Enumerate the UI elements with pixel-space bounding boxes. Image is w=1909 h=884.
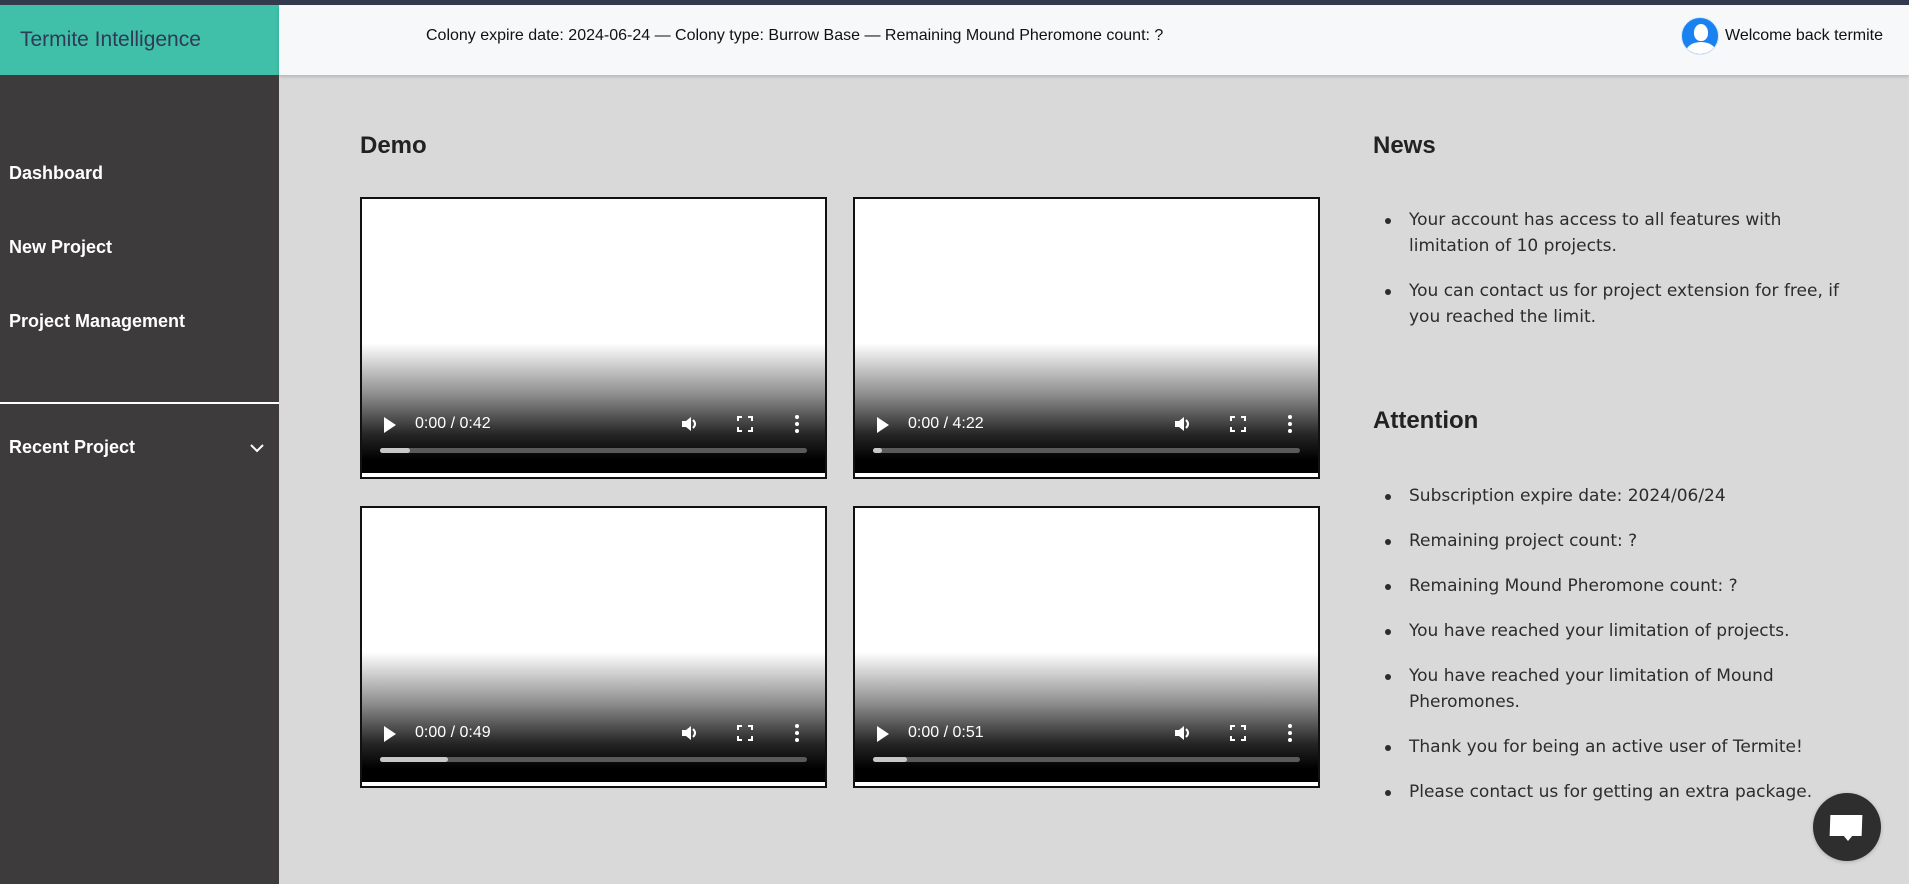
news-item: You can contact us for project extension… [1385,278,1849,330]
fullscreen-icon[interactable] [1230,416,1246,432]
chat-button[interactable] [1813,793,1881,861]
volume-icon[interactable] [1173,723,1193,743]
video-overlay [855,343,1318,473]
brand-title: Termite Intelligence [20,28,201,51]
attention-title: Attention [1373,407,1479,434]
play-icon[interactable] [384,417,396,433]
fullscreen-icon[interactable] [737,725,753,741]
more-options-icon[interactable] [793,414,801,434]
play-icon[interactable] [384,726,396,742]
video-controls: 0:00 / 0:51 [855,718,1318,748]
attention-item: Please contact us for getting an extra p… [1385,779,1849,805]
video-overlay [855,652,1318,782]
video-progress-bar[interactable] [380,757,807,762]
attention-item: You have reached your limitation of Moun… [1385,663,1829,715]
video-controls: 0:00 / 0:49 [362,718,825,748]
colony-info: Colony expire date: 2024-06-24 — Colony … [426,27,1164,44]
news-title: News [1373,132,1436,159]
video-progress-fill [873,448,882,453]
video-progress-bar[interactable] [380,448,807,453]
demo-title: Demo [360,132,427,159]
video-time: 0:00 / 0:42 [415,415,491,432]
demo-video-4[interactable]: 0:00 / 0:51 [853,506,1320,788]
play-icon[interactable] [877,417,889,433]
video-progress-bar[interactable] [873,757,1300,762]
user-avatar-icon[interactable] [1681,17,1720,55]
video-bottom-strip [362,782,825,786]
video-progress-fill [380,757,449,762]
video-time: 0:00 / 0:49 [415,724,491,741]
video-overlay [362,652,825,782]
sidebar-item-new-project[interactable]: New Project [9,237,112,258]
sidebar-item-project-management[interactable]: Project Management [9,311,185,332]
attention-item: You have reached your limitation of proj… [1385,618,1849,644]
volume-icon[interactable] [1173,414,1193,434]
demo-video-3[interactable]: 0:00 / 0:49 [360,506,827,788]
top-header: Colony expire date: 2024-06-24 — Colony … [279,5,1909,75]
video-time: 0:00 / 0:51 [908,724,984,741]
attention-item: Remaining project count: ? [1385,528,1849,554]
video-progress-bar[interactable] [873,448,1300,453]
video-bottom-strip [855,782,1318,786]
demo-video-2[interactable]: 0:00 / 4:22 [853,197,1320,479]
video-progress-fill [380,448,410,453]
sidebar-item-dashboard[interactable]: Dashboard [9,163,103,184]
video-progress-fill [873,757,908,762]
fullscreen-icon[interactable] [737,416,753,432]
more-options-icon[interactable] [793,723,801,743]
video-bottom-strip [362,473,825,477]
fullscreen-icon[interactable] [1230,725,1246,741]
sidebar-divider [0,402,279,404]
video-bottom-strip [855,473,1318,477]
user-menu[interactable]: Welcome back termite [1681,17,1883,55]
more-options-icon[interactable] [1286,723,1294,743]
attention-item: Remaining Mound Pheromone count: ? [1385,573,1849,599]
attention-item: Thank you for being an active user of Te… [1385,734,1849,760]
recent-project-toggle[interactable]: Recent Project [9,437,264,458]
volume-icon[interactable] [680,414,700,434]
demo-video-1[interactable]: 0:00 / 0:42 [360,197,827,479]
more-options-icon[interactable] [1286,414,1294,434]
video-controls: 0:00 / 0:42 [362,409,825,439]
play-icon[interactable] [877,726,889,742]
brand-logo[interactable]: Termite Intelligence [0,5,279,75]
sidebar: Dashboard New Project Project Management… [0,75,279,884]
video-controls: 0:00 / 4:22 [855,409,1318,439]
news-list: Your account has access to all features … [1385,207,1849,330]
video-time: 0:00 / 4:22 [908,415,984,432]
welcome-text: Welcome back termite [1725,27,1883,44]
attention-list: Subscription expire date: 2024/06/24 Rem… [1385,483,1849,805]
attention-item: Subscription expire date: 2024/06/24 [1385,483,1849,509]
recent-project-label: Recent Project [9,437,136,457]
volume-icon[interactable] [680,723,700,743]
news-item: Your account has access to all features … [1385,207,1849,259]
video-overlay [362,343,825,473]
chevron-down-icon [250,443,264,452]
